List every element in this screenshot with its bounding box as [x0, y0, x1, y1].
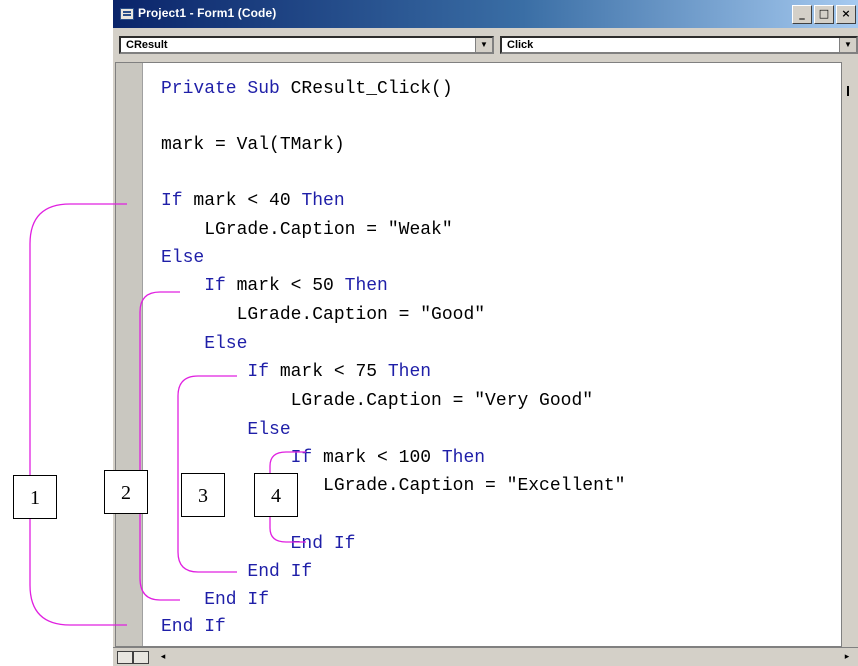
- code-line[interactable]: Else: [161, 420, 291, 440]
- code-keyword: If: [161, 276, 237, 296]
- object-combo[interactable]: CResult ▼: [119, 36, 494, 54]
- code-keyword: Else: [161, 420, 291, 440]
- procedure-combo[interactable]: Click ▼: [500, 36, 858, 54]
- code-line[interactable]: End If: [161, 562, 312, 582]
- close-button[interactable]: ×: [836, 5, 856, 24]
- code-text-span: mark = Val(TMark): [161, 135, 345, 155]
- window-title: Project1 - Form1 (Code): [138, 6, 277, 20]
- code-keyword: Then: [301, 191, 345, 211]
- object-combo-value: CResult: [126, 39, 168, 51]
- code-line[interactable]: End If: [161, 590, 269, 610]
- code-line[interactable]: LGrade.Caption = "Excellent": [161, 476, 625, 496]
- code-line[interactable]: If mark < 100 Then: [161, 448, 485, 468]
- code-line[interactable]: If mark < 50 Then: [161, 276, 388, 296]
- annotation-label-2: 2: [104, 470, 148, 514]
- code-text-span: CResult_Click(): [290, 79, 453, 99]
- combo-bar: CResult ▼ Click ▼: [113, 28, 858, 61]
- code-keyword: Else: [161, 248, 205, 268]
- restore-button[interactable]: □: [814, 5, 834, 24]
- code-keyword: If: [161, 448, 324, 468]
- minimize-button[interactable]: _: [792, 5, 812, 24]
- code-keyword: End If: [161, 534, 356, 554]
- horizontal-scrollbar[interactable]: ◂ ▸: [113, 647, 858, 666]
- title-bar[interactable]: Project1 - Form1 (Code) _ □ ×: [113, 0, 858, 28]
- code-window-icon: [120, 8, 134, 20]
- code-text-span: LGrade.Caption = "Very Good": [161, 391, 594, 411]
- code-line[interactable]: Else: [161, 248, 204, 268]
- code-line[interactable]: If mark < 40 Then: [161, 191, 345, 211]
- vertical-scrollbar[interactable]: [841, 62, 858, 647]
- procedure-combo-value: Click: [507, 39, 534, 51]
- scroll-right-icon[interactable]: ▸: [840, 650, 854, 662]
- code-keyword: Else: [161, 334, 248, 354]
- code-line[interactable]: Else: [161, 334, 247, 354]
- chevron-down-icon[interactable]: ▼: [839, 38, 856, 52]
- chevron-down-icon[interactable]: ▼: [475, 38, 492, 52]
- code-line[interactable]: Private Sub CResult_Click(): [161, 79, 453, 99]
- annotation-label-4: 4: [254, 473, 298, 517]
- code-keyword: Then: [344, 276, 388, 296]
- code-text-span: mark < 50: [236, 276, 345, 296]
- code-keyword: Private Sub: [161, 79, 291, 99]
- code-line[interactable]: mark = Val(TMark): [161, 135, 345, 155]
- code-keyword: Then: [387, 362, 432, 382]
- annotation-label-3: 3: [181, 473, 225, 517]
- code-line[interactable]: End If: [161, 534, 356, 554]
- code-editor[interactable]: Private Sub CResult_Click()mark = Val(TM…: [115, 62, 858, 647]
- code-text-span: mark < 40: [193, 191, 302, 211]
- code-text-span: mark < 75: [279, 362, 388, 382]
- code-keyword: End If: [161, 590, 270, 610]
- scroll-up-icon[interactable]: [844, 86, 852, 96]
- code-text-span: LGrade.Caption = "Weak": [161, 220, 453, 240]
- scroll-left-icon[interactable]: ◂: [155, 650, 171, 662]
- full-module-view-button[interactable]: [133, 651, 149, 664]
- code-text-span: LGrade.Caption = "Excellent": [161, 476, 626, 496]
- code-line[interactable]: LGrade.Caption = "Weak": [161, 220, 453, 240]
- code-line[interactable]: LGrade.Caption = "Good": [161, 305, 485, 325]
- code-keyword: End If: [161, 617, 226, 637]
- code-keyword: End If: [161, 562, 313, 582]
- code-line[interactable]: LGrade.Caption = "Very Good": [161, 391, 593, 411]
- window-controls: _ □ ×: [792, 5, 856, 24]
- code-keyword: Then: [441, 448, 486, 468]
- code-window: Project1 - Form1 (Code) _ □ × CResult ▼ …: [113, 0, 858, 666]
- procedure-view-button[interactable]: [117, 651, 133, 664]
- annotation-label-1: 1: [13, 475, 57, 519]
- code-line[interactable]: If mark < 75 Then: [161, 362, 431, 382]
- code-keyword: If: [161, 191, 194, 211]
- code-line[interactable]: End If: [161, 617, 226, 637]
- code-text-span: LGrade.Caption = "Good": [161, 305, 486, 325]
- code-keyword: If: [161, 362, 280, 382]
- code-text-span: mark < 100: [323, 448, 442, 468]
- margin-indicator-bar: [116, 63, 143, 646]
